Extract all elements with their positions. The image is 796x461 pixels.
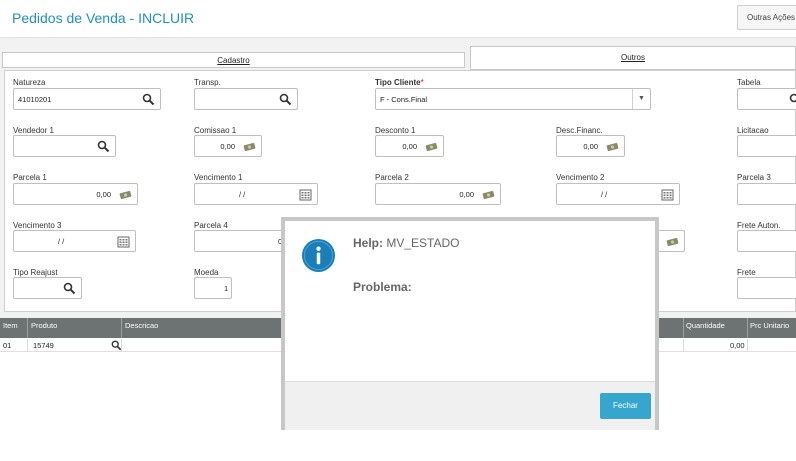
money-icon[interactable] xyxy=(243,140,256,153)
search-icon[interactable] xyxy=(142,93,155,106)
vendedor1-field[interactable] xyxy=(13,135,116,157)
natureza-value: 41010201 xyxy=(18,95,52,104)
tipo-cliente-select[interactable]: F - Cons.Final ▼ xyxy=(375,88,651,110)
page-title: Pedidos de Venda - INCLUIR xyxy=(12,10,195,26)
vencimento2-field[interactable]: / / xyxy=(556,183,680,205)
tipo-reajust-field[interactable] xyxy=(13,277,82,299)
column-divider xyxy=(121,318,122,338)
tabela-field[interactable] xyxy=(737,88,796,110)
natureza-field[interactable]: 41010201 xyxy=(13,88,161,110)
comissao1-value: 0,00 xyxy=(220,142,235,151)
other-actions-button[interactable]: Outras Ações xyxy=(737,5,796,30)
help-title: Help: MV_ESTADO xyxy=(353,236,460,250)
money-icon[interactable] xyxy=(666,235,679,248)
desconto1-label: Desconto 1 xyxy=(375,126,416,135)
tipo-cliente-label: Tipo Cliente* xyxy=(375,78,424,87)
search-icon[interactable] xyxy=(63,282,76,295)
cell-quantidade[interactable]: 0,00 xyxy=(730,341,745,350)
frete-field[interactable] xyxy=(737,277,796,299)
frete-auton-label: Frete Auton. xyxy=(737,221,781,230)
transp-label: Transp. xyxy=(194,78,221,87)
frete-auton-field[interactable] xyxy=(737,230,796,252)
column-header-descricao[interactable]: Descricao xyxy=(125,321,158,330)
desc-financ-value: 0,00 xyxy=(583,142,598,151)
cell-divider xyxy=(747,339,748,352)
natureza-label: Natureza xyxy=(13,78,46,87)
search-icon[interactable] xyxy=(97,140,110,153)
parcela2-label: Parcela 2 xyxy=(375,173,409,182)
parcela1-field[interactable]: 0,00 xyxy=(13,183,138,205)
calendar-icon[interactable] xyxy=(117,235,130,248)
tab-outros[interactable]: Outros xyxy=(470,46,796,70)
column-divider xyxy=(747,318,748,338)
column-header-quantidade[interactable]: Quantidade xyxy=(686,321,725,330)
frete-label: Frete xyxy=(737,268,756,277)
desconto1-value: 0,00 xyxy=(402,142,417,151)
column-header-prc-unitario[interactable]: Prc Unitario xyxy=(750,321,789,330)
tabela-label: Tabela xyxy=(737,78,761,87)
help-code: MV_ESTADO xyxy=(386,236,460,250)
vencimento1-field[interactable]: / / xyxy=(194,183,318,205)
money-icon[interactable] xyxy=(606,140,619,153)
desconto1-field[interactable]: 0,00 xyxy=(375,135,444,157)
vendedor1-label: Vendedor 1 xyxy=(13,126,54,135)
vencimento1-value: / / xyxy=(239,190,246,199)
vencimento3-value: / / xyxy=(58,237,65,246)
vencimento3-label: Vencimento 3 xyxy=(13,221,62,230)
parcela2-value: 0,00 xyxy=(459,190,474,199)
tab-cadastro[interactable]: Cadastro xyxy=(2,52,465,68)
parcela4-field[interactable]: 0 xyxy=(194,230,294,252)
tipo-reajust-label: Tipo Reajust xyxy=(13,268,58,277)
comissao1-label: Comissao 1 xyxy=(194,126,237,135)
column-divider xyxy=(683,318,684,338)
cell-divider xyxy=(27,339,28,352)
vencimento3-field[interactable]: / / xyxy=(13,230,136,252)
column-divider xyxy=(27,318,28,338)
chevron-down-icon[interactable]: ▼ xyxy=(632,89,650,109)
parcela1-value: 0,00 xyxy=(96,190,111,199)
desc-financ-field[interactable]: 0,00 xyxy=(556,135,625,157)
transp-field[interactable] xyxy=(194,88,298,110)
money-icon[interactable] xyxy=(119,188,132,201)
column-header-produto[interactable]: Produto xyxy=(31,321,57,330)
column-header-item[interactable]: Item xyxy=(3,321,18,330)
search-icon[interactable] xyxy=(279,93,292,106)
info-icon xyxy=(301,238,336,273)
cell-divider xyxy=(683,339,684,352)
cell-produto[interactable]: 15749 xyxy=(33,341,54,350)
desc-financ-label: Desc.Financ. xyxy=(556,126,603,135)
dialog-footer: Fechar xyxy=(285,381,655,430)
calendar-icon[interactable] xyxy=(299,188,312,201)
money-icon[interactable] xyxy=(425,140,438,153)
close-button[interactable]: Fechar xyxy=(600,393,651,419)
parcela4-label: Parcela 4 xyxy=(194,221,228,230)
licitacao-field[interactable] xyxy=(737,135,796,157)
moeda-field[interactable]: 1 xyxy=(194,277,232,299)
cell-item: 01 xyxy=(3,341,12,350)
search-icon[interactable] xyxy=(789,93,796,106)
parcela3-label: Parcela 3 xyxy=(737,173,771,182)
vencimento1-label: Vencimento 1 xyxy=(194,173,243,182)
parcela3-field[interactable] xyxy=(737,183,796,205)
moeda-label: Moeda xyxy=(194,268,219,277)
vencimento2-label: Vencimento 2 xyxy=(556,173,605,182)
parcela2-field[interactable]: 0,00 xyxy=(375,183,501,205)
parcela1-label: Parcela 1 xyxy=(13,173,47,182)
money-icon[interactable] xyxy=(482,188,495,201)
help-dialog: Help: MV_ESTADO Problema: Fechar xyxy=(281,217,659,430)
moeda-value: 1 xyxy=(224,284,229,293)
licitacao-label: Licitacao xyxy=(737,126,769,135)
tipo-cliente-value: F - Cons.Final xyxy=(380,95,428,104)
calendar-icon[interactable] xyxy=(661,188,674,201)
header-bar: Pedidos de Venda - INCLUIR Outras Ações xyxy=(0,0,796,38)
vencimento2-value: / / xyxy=(601,190,608,199)
problem-label: Problema: xyxy=(353,280,412,294)
comissao1-field[interactable]: 0,00 xyxy=(194,135,262,157)
cell-divider xyxy=(121,339,122,352)
